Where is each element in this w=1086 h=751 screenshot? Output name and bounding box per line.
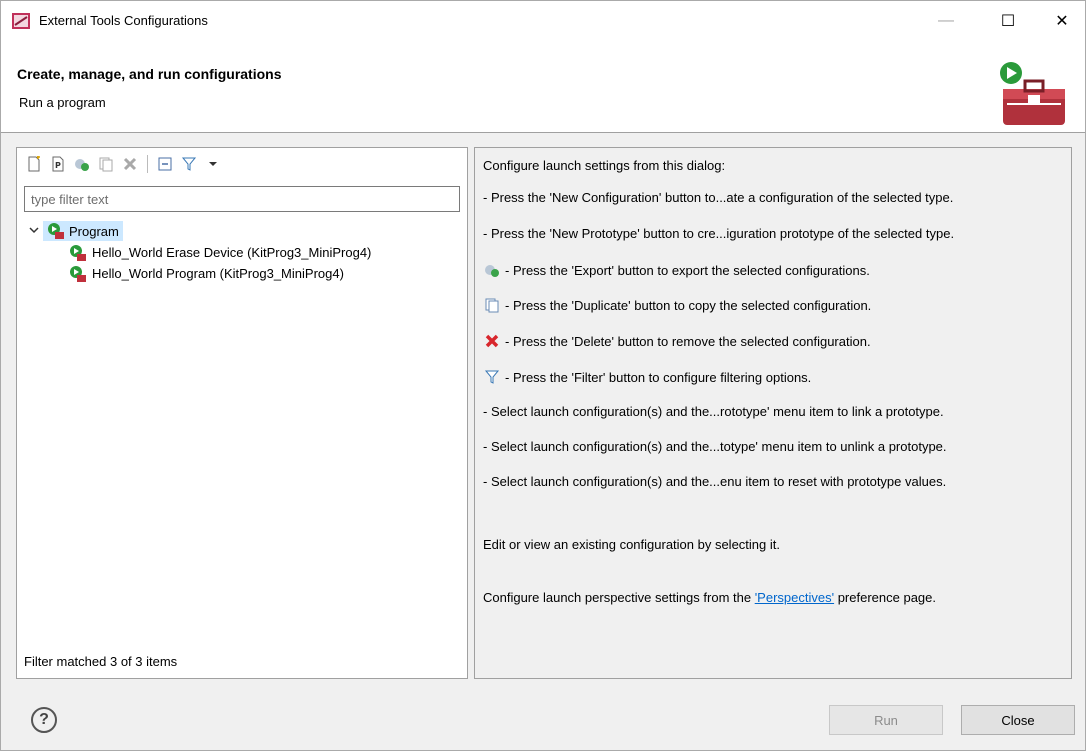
app-icon bbox=[12, 13, 30, 29]
external-tool-type-icon bbox=[48, 223, 64, 239]
dialog-window: External Tools Configurations — ☐ ✕ Crea… bbox=[0, 0, 1086, 751]
configuration-tree: Program Hello_World Erase Device (KitPro… bbox=[23, 220, 463, 284]
export-icon bbox=[483, 261, 501, 279]
info-perspective-line: Configure launch perspective settings fr… bbox=[483, 590, 936, 605]
info-line-text: - Press the 'Export' button to export th… bbox=[505, 262, 870, 278]
filter-input[interactable] bbox=[24, 186, 460, 212]
info-line: - Select launch configuration(s) and the… bbox=[483, 404, 944, 419]
external-tool-config-icon bbox=[70, 244, 86, 261]
maximize-button[interactable]: ☐ bbox=[985, 1, 1031, 41]
perspectives-link[interactable]: 'Perspectives' bbox=[755, 590, 834, 605]
run-button[interactable]: Run bbox=[829, 705, 943, 735]
info-line-delete: - Press the 'Delete' button to remove th… bbox=[483, 332, 871, 350]
new-prototype-icon[interactable]: P bbox=[47, 153, 69, 175]
delete-icon bbox=[483, 332, 501, 350]
configurations-toolbar: P bbox=[23, 152, 224, 176]
tree-item-label: Hello_World Program (KitProg3_MiniProg4) bbox=[92, 266, 344, 281]
export-icon[interactable] bbox=[71, 153, 93, 175]
toolbar-separator bbox=[147, 155, 148, 173]
filter-icon bbox=[483, 368, 501, 386]
toolbox-run-icon bbox=[1000, 62, 1065, 125]
info-panel: Configure launch settings from this dial… bbox=[474, 147, 1072, 679]
tree-node-program[interactable]: Program bbox=[23, 220, 463, 242]
info-line-duplicate: - Press the 'Duplicate' button to copy t… bbox=[483, 296, 871, 314]
info-line: - Press the 'New Prototype' button to cr… bbox=[483, 226, 955, 241]
view-menu-chevron-down-icon[interactable] bbox=[202, 153, 224, 175]
close-button[interactable]: Close bbox=[961, 705, 1075, 735]
filter-icon[interactable] bbox=[178, 153, 200, 175]
tree-item[interactable]: Hello_World Program (KitProg3_MiniProg4) bbox=[23, 263, 463, 284]
info-line: - Select launch configuration(s) and the… bbox=[483, 474, 947, 489]
info-line: - Select launch configuration(s) and the… bbox=[483, 439, 947, 454]
info-intro: Configure launch settings from this dial… bbox=[483, 158, 726, 173]
tree-item-label: Hello_World Erase Device (KitProg3_MiniP… bbox=[92, 245, 372, 260]
tree-node-selection[interactable]: Program bbox=[43, 221, 123, 241]
dialog-header: Create, manage, and run configurations R… bbox=[1, 41, 1085, 133]
title-bar: External Tools Configurations — ☐ ✕ bbox=[1, 1, 1085, 41]
info-line-text: - Press the 'Delete' button to remove th… bbox=[505, 333, 871, 349]
svg-text:P: P bbox=[55, 161, 61, 170]
info-line-filter: - Press the 'Filter' button to configure… bbox=[483, 368, 811, 386]
help-button[interactable]: ? bbox=[31, 707, 57, 733]
duplicate-icon[interactable] bbox=[95, 153, 117, 175]
external-tool-config-icon bbox=[70, 265, 86, 282]
configurations-panel: P type filter text Program Hello_World E… bbox=[16, 147, 468, 679]
minimize-button[interactable]: — bbox=[923, 1, 969, 41]
info-line-text: - Press the 'Filter' button to configure… bbox=[505, 369, 812, 385]
info-line-text: - Press the 'Duplicate' button to copy t… bbox=[505, 297, 872, 313]
info-line-export: - Press the 'Export' button to export th… bbox=[483, 261, 870, 279]
info-line: - Press the 'New Configuration' button t… bbox=[483, 190, 954, 205]
collapse-all-icon[interactable] bbox=[154, 153, 176, 175]
window-title: External Tools Configurations bbox=[39, 13, 208, 28]
new-configuration-icon[interactable] bbox=[23, 153, 45, 175]
header-title: Create, manage, and run configurations bbox=[17, 66, 282, 82]
perspective-prefix: Configure launch perspective settings fr… bbox=[483, 590, 755, 605]
info-edit-line: Edit or view an existing configuration b… bbox=[483, 537, 780, 552]
tree-node-label: Program bbox=[69, 223, 119, 239]
delete-icon[interactable] bbox=[119, 153, 141, 175]
chevron-down-icon[interactable] bbox=[29, 225, 43, 238]
header-subtitle: Run a program bbox=[19, 95, 106, 110]
tree-item[interactable]: Hello_World Erase Device (KitProg3_MiniP… bbox=[23, 242, 463, 263]
filter-status: Filter matched 3 of 3 items bbox=[24, 654, 178, 669]
duplicate-icon bbox=[483, 296, 501, 314]
perspective-suffix: preference page. bbox=[834, 590, 936, 605]
close-window-button[interactable]: ✕ bbox=[1039, 1, 1085, 41]
